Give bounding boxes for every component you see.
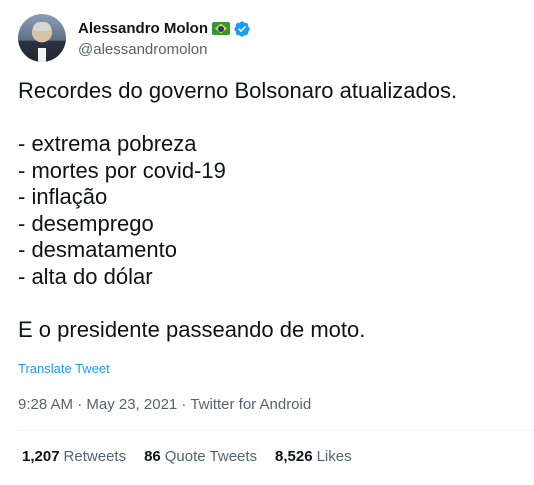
- tweet-line: Recordes do governo Bolsonaro atualizado…: [18, 78, 458, 103]
- retweets-label: Retweets: [63, 448, 127, 465]
- tweet-header: Alessandro Molon @alessandromolon: [18, 14, 251, 62]
- tweet-line: E o presidente passeando de moto.: [18, 316, 366, 342]
- author-handle[interactable]: @alessandromolon: [78, 41, 251, 58]
- quote-tweets-stat[interactable]: 86 Quote Tweets: [144, 448, 257, 465]
- tweet-line: - mortes por covid-19: [18, 157, 226, 183]
- likes-label: Likes: [316, 448, 352, 465]
- display-name[interactable]: Alessandro Molon: [78, 20, 208, 37]
- likes-count: 8,526: [275, 448, 313, 465]
- tweet-line: - alta do dólar: [18, 263, 153, 289]
- tweet-line: - desmatamento: [18, 237, 177, 262]
- retweets-stat[interactable]: 1,207 Retweets: [22, 448, 126, 465]
- quote-tweets-count: 86: [144, 448, 161, 465]
- avatar-hair: [33, 22, 51, 31]
- likes-stat[interactable]: 8,526 Likes: [275, 448, 352, 465]
- quote-tweets-label: Quote Tweets: [164, 448, 258, 465]
- translate-tweet-link[interactable]: Translate Tweet: [18, 361, 110, 376]
- tweet-timestamp[interactable]: 9:28 AM · May 23, 2021 · Twitter for And…: [18, 396, 311, 413]
- tweet-text: Recordes do governo Bolsonaro atualizado…: [18, 78, 518, 343]
- tweet-line: - extrema pobreza: [18, 131, 197, 156]
- tweet-line: - inflação: [18, 184, 108, 209]
- verified-badge-icon: [234, 20, 250, 37]
- tweet-card: Alessandro Molon @alessandromolon Record…: [0, 0, 534, 485]
- brazil-flag-icon: [212, 22, 231, 35]
- engagement-stats: 1,207 Retweets 86 Quote Tweets 8,526 Likes: [22, 448, 352, 465]
- retweets-count: 1,207: [22, 448, 60, 465]
- divider: [18, 430, 534, 431]
- tweet-line: - desemprego: [18, 210, 154, 236]
- avatar-shirt: [38, 48, 46, 62]
- author-names: Alessandro Molon @alessandromolon: [78, 19, 251, 58]
- name-row: Alessandro Molon: [78, 19, 251, 39]
- avatar[interactable]: [18, 14, 66, 62]
